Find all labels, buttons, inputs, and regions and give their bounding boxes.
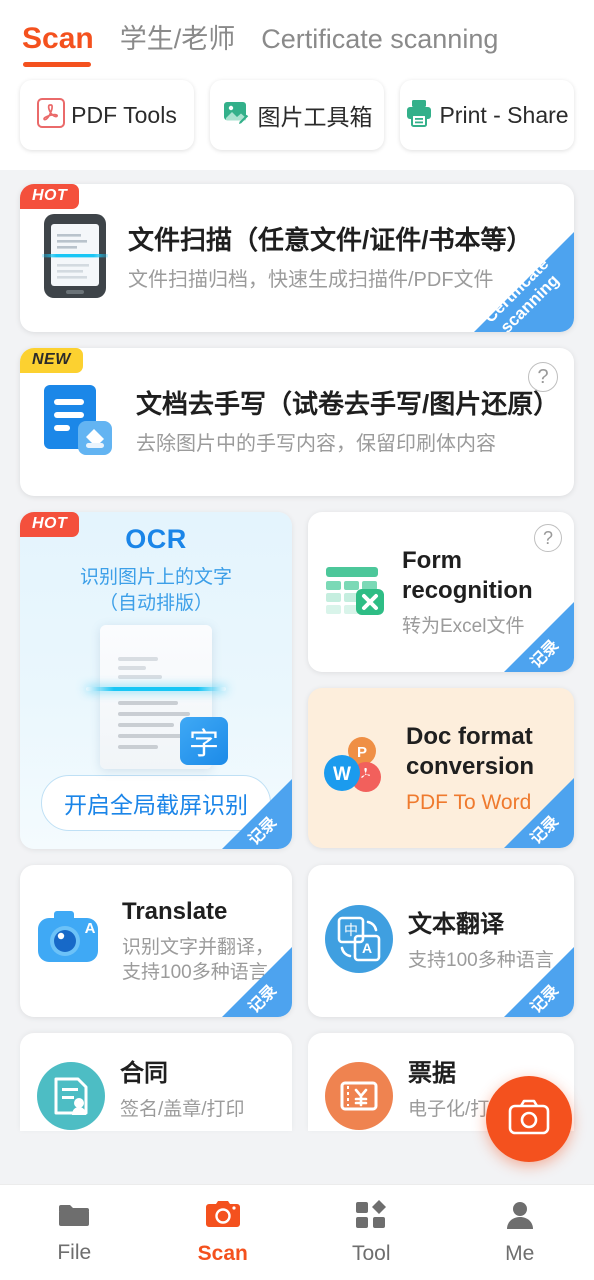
camera-translate-icon: A: [34, 906, 110, 977]
quick-tools-row: PDF Tools 图片工具箱 Print - Share: [0, 66, 594, 170]
grid-tool-icon: [355, 1199, 387, 1235]
help-icon-form-recognition[interactable]: ?: [534, 524, 562, 552]
tab-student-teacher-label: 学生/老师: [119, 24, 236, 54]
svg-text:P: P: [357, 744, 367, 761]
image-edit-icon: [222, 98, 252, 133]
phone-scan-icon: [38, 212, 112, 305]
pdf-icon: [37, 97, 66, 133]
card-contract-title: 合同: [120, 1060, 168, 1087]
tab-certificate-scanning-label: Certificate scanning: [261, 24, 499, 54]
feature-grid-right-column: ? Form recognition 转为Excel文件 记录 P W Doc …: [308, 512, 574, 849]
document-eraser-icon: [42, 379, 116, 466]
translate-column: A Translate 识别文字并翻译，支持100多种语言 记录: [20, 865, 292, 1017]
printer-icon: [405, 98, 433, 133]
quick-tool-print-share-label: Print - Share: [439, 101, 569, 128]
card-document-scan-subtitle: 文件扫描归档，快速生成扫描件/PDF文件: [128, 269, 494, 291]
svg-text:W: W: [333, 764, 351, 785]
nav-item-me[interactable]: Me: [446, 1185, 594, 1280]
card-remove-handwriting-title: 文档去手写（试卷去手写/图片还原）: [136, 389, 560, 419]
ocr-scan-beam: [86, 687, 226, 691]
card-translate-title: Translate: [122, 898, 228, 925]
feature-grid-left-column: HOT OCR 识别图片上的文字 （自动排版） 字 开启全局截屏识别 记录: [20, 512, 292, 849]
nav-item-scan-label: Scan: [197, 1241, 248, 1265]
card-remove-handwriting[interactable]: NEW ? 文档去手写（试卷去手写/图片还原） 去除图片中的手写内容，保留印刷体…: [20, 348, 574, 496]
card-doc-format-conversion-title: Doc format conversion: [406, 722, 535, 780]
card-text-translate-title: 文本翻译: [408, 910, 504, 938]
app-root: Scan 学生/老师 Certificate scanning PDF Tool…: [0, 0, 594, 1280]
tab-certificate-scanning[interactable]: Certificate scanning: [261, 22, 498, 56]
card-doc-format-conversion[interactable]: P W Doc format conversion PDF To Word 记录: [308, 688, 574, 848]
badge-hot-ocr: HOT: [20, 512, 80, 537]
nav-item-file-label: File: [57, 1240, 92, 1264]
badge-new: NEW: [20, 348, 83, 373]
feature-grid-row-2: A Translate 识别文字并翻译，支持100多种语言 记录 中 A 文本翻…: [20, 865, 574, 1017]
feature-grid-row-1: HOT OCR 识别图片上的文字 （自动排版） 字 开启全局截屏识别 记录 ? …: [20, 512, 574, 849]
contract-column: 合同 签名/盖章/打印: [20, 1033, 292, 1131]
card-translate-subtitle: 识别文字并翻译，支持100多种语言: [122, 937, 275, 983]
ocr-illustration: 字: [86, 625, 228, 769]
camera-icon: [205, 1200, 241, 1235]
bottom-navigation: File Scan Tool Me: [0, 1184, 594, 1280]
tab-scan-label: Scan: [22, 22, 94, 55]
floating-camera-button[interactable]: [486, 1076, 572, 1162]
card-contract[interactable]: 合同 签名/盖章/打印: [20, 1033, 292, 1131]
language-translate-icon: 中 A: [322, 902, 396, 981]
card-form-recognition[interactable]: ? Form recognition 转为Excel文件 记录: [308, 512, 574, 672]
nav-item-file[interactable]: File: [0, 1185, 149, 1280]
quick-tool-image-toolbox-label: 图片工具箱: [257, 104, 373, 130]
svg-text:A: A: [85, 920, 96, 937]
card-form-recognition-title: Form recognition: [402, 546, 533, 604]
quick-tool-print-share[interactable]: Print - Share: [400, 80, 574, 150]
tab-active-underline: [23, 62, 91, 67]
card-form-recognition-subtitle: 转为Excel文件: [402, 615, 525, 637]
card-ocr-subtitle-line1: 识别图片上的文字: [79, 567, 232, 588]
nav-item-tool[interactable]: Tool: [297, 1185, 446, 1280]
ocr-character-badge: 字: [180, 717, 228, 765]
word-ppt-pdf-icon: P W: [324, 735, 394, 802]
tab-scan[interactable]: Scan: [22, 22, 94, 67]
card-ocr[interactable]: HOT OCR 识别图片上的文字 （自动排版） 字 开启全局截屏识别 记录: [20, 512, 292, 849]
nav-item-scan[interactable]: Scan: [149, 1185, 298, 1280]
quick-tool-image-toolbox[interactable]: 图片工具箱: [210, 80, 384, 150]
card-doc-format-conversion-subtitle: PDF To Word: [406, 790, 532, 814]
folder-icon: [57, 1201, 91, 1234]
card-ocr-subtitle-line2: （自动排版）: [98, 593, 213, 614]
camera-icon: [508, 1098, 550, 1141]
ocr-enable-global-screenshot-button[interactable]: 开启全局截屏识别: [41, 775, 271, 831]
tab-student-teacher[interactable]: 学生/老师: [120, 22, 236, 56]
nav-item-tool-label: Tool: [351, 1241, 391, 1265]
card-text-translate-subtitle: 支持100多种语言: [408, 949, 554, 971]
svg-text:A: A: [362, 940, 372, 956]
quick-tool-pdf-tools-label: PDF Tools: [71, 101, 177, 128]
contract-sign-icon: [34, 1059, 108, 1131]
quick-tool-pdf-tools[interactable]: PDF Tools: [20, 80, 194, 150]
table-excel-icon: [324, 561, 390, 624]
card-document-scan-title: 文件扫描（任意文件/证件/书本等）: [128, 225, 533, 255]
text-translate-column: 中 A 文本翻译 支持100多种语言 记录: [308, 865, 574, 1017]
card-text-translate[interactable]: 中 A 文本翻译 支持100多种语言 记录: [308, 865, 574, 1017]
card-remove-handwriting-subtitle: 去除图片中的手写内容，保留印刷体内容: [136, 433, 496, 455]
header-tabs: Scan 学生/老师 Certificate scanning: [0, 0, 594, 67]
card-translate[interactable]: A Translate 识别文字并翻译，支持100多种语言 记录: [20, 865, 292, 1017]
help-icon-remove-handwriting[interactable]: ?: [528, 362, 558, 392]
card-document-scan[interactable]: HOT 文件扫描（任意文件/证件/书本等） 文件扫描归档，快速生成扫描件/PDF…: [20, 184, 574, 332]
nav-item-me-label: Me: [505, 1241, 535, 1265]
card-contract-subtitle: 签名/盖章/打印: [120, 1099, 245, 1120]
card-ocr-title: OCR: [125, 524, 187, 554]
person-icon: [505, 1200, 535, 1235]
receipt-yen-icon: [322, 1059, 396, 1131]
badge-hot: HOT: [20, 184, 80, 209]
